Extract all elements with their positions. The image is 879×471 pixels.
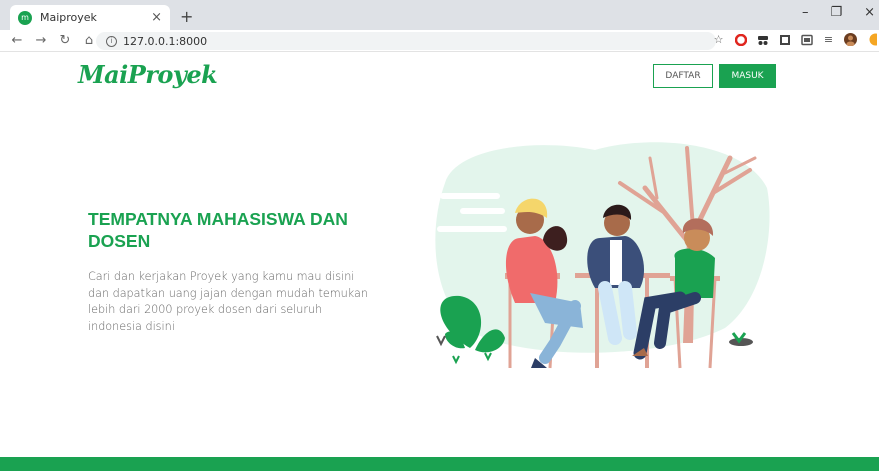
back-icon[interactable]: ←: [10, 33, 24, 48]
minimize-icon[interactable]: –: [802, 5, 809, 20]
star-icon[interactable]: ☆: [712, 33, 725, 46]
reload-icon[interactable]: ↻: [58, 33, 72, 48]
login-button[interactable]: MASUK: [719, 64, 776, 88]
url-text: 127.0.0.1:8000: [123, 34, 208, 48]
window-controls: – ❐ ×: [802, 5, 875, 20]
info-icon[interactable]: i: [106, 35, 117, 47]
new-tab-button[interactable]: +: [180, 7, 193, 26]
footer-bar: [0, 457, 879, 471]
rock-illustration: [729, 332, 753, 346]
hero-illustration: [435, 142, 770, 369]
favicon-icon: m: [18, 10, 32, 25]
tab-close-icon[interactable]: ×: [151, 10, 162, 25]
tab-title: Maiproyek: [40, 11, 97, 24]
hero-title: TEMPATNYA MAHASISWA DAN DOSEN: [88, 209, 348, 251]
extensions-area: ☆ ≡: [712, 33, 879, 46]
playlist-icon[interactable]: ≡: [822, 33, 835, 46]
logo[interactable]: MaiProyek: [78, 60, 218, 89]
forward-icon[interactable]: →: [34, 33, 48, 48]
window-extension-icon[interactable]: [800, 33, 813, 46]
hero-description: Cari dan kerjakan Proyek yang kamu mau d…: [88, 270, 368, 333]
screenshot-extension-icon[interactable]: [778, 33, 791, 46]
browser-toolbar: ← → ↻ ⌂ i 127.0.0.1:8000 ☆ ≡: [0, 30, 879, 52]
opera-extension-icon[interactable]: [734, 33, 747, 46]
profile-avatar[interactable]: [844, 33, 857, 46]
close-window-icon[interactable]: ×: [864, 5, 875, 20]
home-icon[interactable]: ⌂: [82, 33, 96, 48]
incognito-extension-icon[interactable]: [756, 33, 769, 46]
browser-tab[interactable]: m Maiproyek ×: [10, 5, 170, 30]
browser-tab-bar: m Maiproyek × + – ❐ ×: [0, 0, 879, 30]
address-bar[interactable]: i 127.0.0.1:8000: [96, 32, 716, 50]
register-button[interactable]: DAFTAR: [653, 64, 713, 88]
update-indicator-icon[interactable]: [866, 33, 879, 46]
restore-icon[interactable]: ❐: [830, 5, 842, 20]
